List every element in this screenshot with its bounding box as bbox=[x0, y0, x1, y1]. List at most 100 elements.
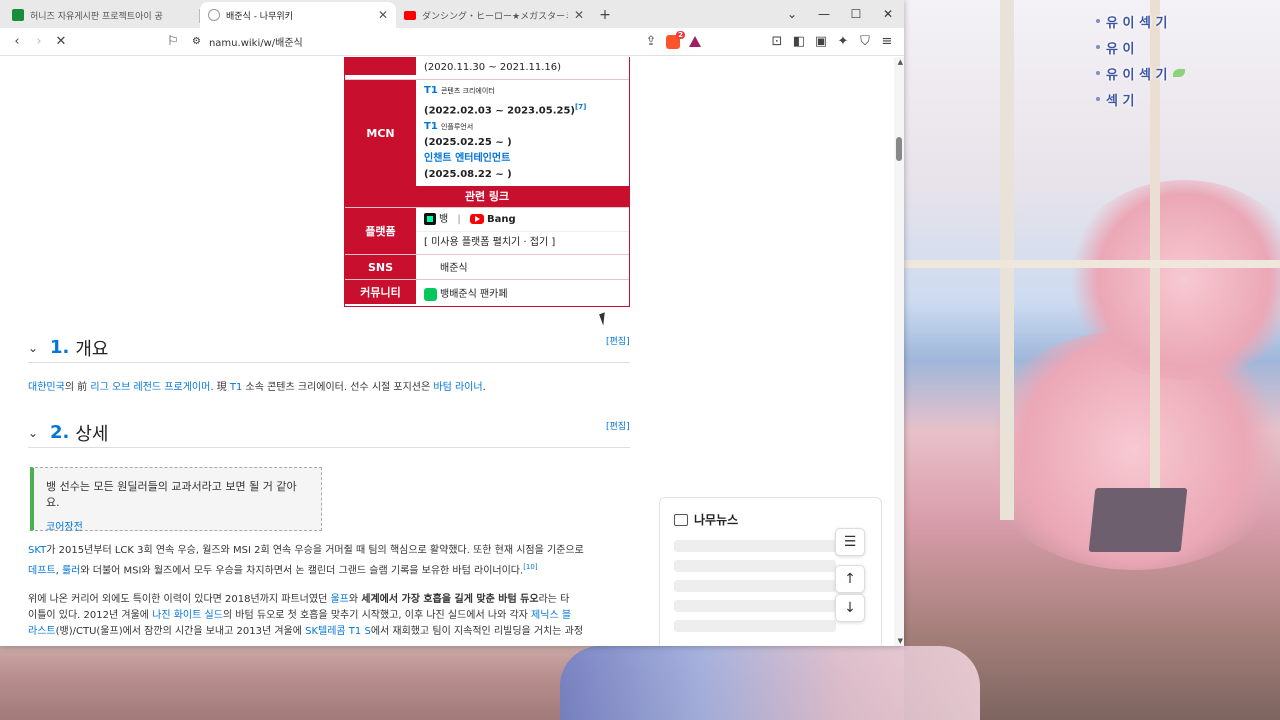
role-text: 인플루언서 bbox=[440, 123, 474, 132]
close-window-button[interactable]: ✕ bbox=[872, 0, 904, 28]
chat-overlay: 유 이 섹 기 유 이 유 이 섹 기 섹 기 bbox=[1096, 8, 1266, 112]
infobox-cell: 배준식 bbox=[416, 255, 629, 279]
chevron-down-icon[interactable]: ⌄ bbox=[28, 341, 50, 355]
brave-rewards-icon[interactable] bbox=[684, 31, 706, 53]
toolbar-right: ⊡ ◧ ▣ ✦ ⛉ ≡ bbox=[766, 31, 898, 53]
infobox-row-sns: SNS 배준식 bbox=[345, 254, 629, 280]
screenshot-icon[interactable]: ⊡ bbox=[766, 31, 788, 53]
text: 가 2015년부터 LCK 3회 연속 우승, 월즈와 MSI 2회 연속 우승… bbox=[46, 545, 584, 556]
character-decoration bbox=[560, 646, 980, 720]
edit-section-link[interactable]: [편집] bbox=[606, 419, 630, 432]
news-title: 나무뉴스 bbox=[674, 511, 738, 528]
vpn-icon[interactable]: ⛉ bbox=[854, 31, 876, 53]
quote-source-link[interactable]: 코어장전 bbox=[46, 518, 309, 533]
tab-title: 배준식 - 나무위키 bbox=[226, 11, 293, 22]
address-bar[interactable]: ⚙ namu.wiki/w/배준식 bbox=[184, 31, 640, 53]
news-placeholder bbox=[674, 600, 836, 612]
bullet-icon bbox=[1096, 19, 1100, 23]
table-of-contents-button[interactable]: ☰ bbox=[835, 528, 865, 556]
expand-platforms-toggle[interactable]: [ 미사용 플랫폼 펼치기 · 접기 ] bbox=[416, 232, 629, 254]
org-link-t1[interactable]: T1 bbox=[424, 121, 438, 132]
link-deft[interactable]: 데프트 bbox=[28, 565, 56, 576]
footnote-link[interactable]: [10] bbox=[523, 563, 537, 571]
site-info-icon[interactable]: ⚙ bbox=[192, 36, 201, 47]
news-placeholder bbox=[674, 540, 836, 552]
link-ruler[interactable]: 룰러 bbox=[62, 565, 80, 576]
minimize-button[interactable]: — bbox=[808, 0, 840, 28]
infobox-section-title: 관련 링크 bbox=[345, 186, 629, 208]
scroll-to-bottom-button[interactable]: ↓ bbox=[835, 594, 865, 622]
bullet-icon bbox=[1096, 97, 1100, 101]
page-scrollbar[interactable]: ▲ ▼ bbox=[894, 57, 904, 646]
tab-list-dropdown-icon[interactable]: ⌄ bbox=[776, 0, 808, 28]
overview-paragraph: 대한민국의 前 리그 오브 레전드 프로게이머. 現 T1 소속 콘텐츠 크리에… bbox=[28, 380, 628, 396]
role-text: 콘텐츠 크리에이터 bbox=[440, 87, 495, 95]
date-range: (2025.02.25 ~ ) bbox=[424, 137, 512, 149]
tab-title: 허니즈 자유게시판 프로젝트아이 공 bbox=[30, 11, 163, 22]
text: 이틀이 있다. 2012년 겨울에 bbox=[28, 610, 153, 621]
stop-loading-icon[interactable]: ✕ bbox=[50, 31, 72, 53]
infobox-row-previous: (2020.11.30 ~ 2021.11.16) bbox=[345, 57, 629, 79]
text: 와 bbox=[348, 594, 362, 605]
back-button[interactable]: ‹ bbox=[6, 31, 28, 53]
window-sill-decoration bbox=[904, 260, 1280, 268]
link-xenics-blast[interactable]: 제닉스 블 bbox=[531, 610, 571, 621]
chat-text: 유 이 섹 기 bbox=[1106, 15, 1168, 31]
link-xenics-blast[interactable]: 라스트 bbox=[28, 626, 56, 637]
sidebar-icon[interactable]: ◧ bbox=[788, 31, 810, 53]
tab-namuwiki[interactable]: 배준식 - 나무위키 ✕ bbox=[200, 2, 396, 28]
sns-link[interactable]: 배준식 bbox=[440, 263, 468, 274]
new-tab-button[interactable]: + bbox=[592, 2, 618, 28]
infobox-header-platform: 플랫폼 bbox=[345, 208, 416, 255]
youtube-link[interactable]: Bang bbox=[487, 214, 516, 225]
date-range: (2022.02.03 ~ 2023.05.25) bbox=[424, 105, 576, 117]
news-title-text: 나무뉴스 bbox=[694, 513, 739, 527]
section-title: 상세 bbox=[75, 423, 109, 445]
link-wolf[interactable]: 울프 bbox=[330, 594, 348, 605]
tab-youtube[interactable]: ダンシング・ヒーロー★メガスターミーDancing ✕ bbox=[396, 2, 592, 28]
link-skt-t1-s[interactable]: SK텔레콤 T1 S bbox=[305, 626, 371, 637]
bold-text: 세계에서 가장 호흡을 길게 맞춘 바텀 듀오 bbox=[361, 594, 539, 605]
close-tab-icon[interactable]: ✕ bbox=[574, 8, 584, 22]
infobox-header-community: 커뮤니티 bbox=[345, 280, 416, 305]
footnote-link[interactable]: [7] bbox=[575, 103, 586, 111]
link-najin-white-shield[interactable]: 나진 화이트 실드 bbox=[152, 610, 223, 621]
link-t1[interactable]: T1 bbox=[230, 382, 242, 393]
text: 의 前 bbox=[64, 382, 91, 393]
share-icon[interactable]: ⇪ bbox=[640, 31, 662, 53]
scroll-to-top-button[interactable]: ↑ bbox=[835, 565, 865, 593]
org-link-t1[interactable]: T1 bbox=[424, 85, 438, 96]
scroll-down-arrow-icon[interactable]: ▼ bbox=[898, 637, 903, 645]
forward-button[interactable]: › bbox=[28, 31, 50, 53]
chzzk-link[interactable]: 뱅 bbox=[439, 214, 448, 225]
edit-section-link[interactable]: [편집] bbox=[606, 334, 630, 347]
laptop-decoration bbox=[1088, 488, 1188, 552]
wallet-icon[interactable]: ▣ bbox=[810, 31, 832, 53]
link-korea[interactable]: 대한민국 bbox=[28, 382, 65, 393]
bookmark-icon[interactable]: ⚐ bbox=[162, 31, 184, 53]
news-placeholder bbox=[674, 560, 836, 572]
section-heading-overview[interactable]: ⌄ 1. 개요 bbox=[28, 333, 630, 363]
infobox-header-mcn: MCN bbox=[345, 80, 416, 187]
link-bot-laner[interactable]: 바텀 라이너 bbox=[433, 382, 482, 393]
chat-text: 섹 기 bbox=[1106, 93, 1135, 109]
menu-icon[interactable]: ≡ bbox=[876, 31, 898, 53]
leo-ai-icon[interactable]: ✦ bbox=[832, 31, 854, 53]
browser-toolbar: ‹ › ✕ ⚐ ⚙ namu.wiki/w/배준식 ⇪ 2 ⊡ ◧ ▣ ✦ ⛉ … bbox=[0, 28, 904, 56]
newspaper-icon bbox=[674, 513, 688, 526]
link-lol-progamer[interactable]: 리그 오브 레전드 프로게이머 bbox=[90, 382, 210, 393]
chevron-down-icon[interactable]: ⌄ bbox=[28, 426, 50, 440]
leaf-favicon-icon bbox=[12, 9, 24, 21]
org-link-enchant[interactable]: 인챈트 엔터테인먼트 bbox=[424, 153, 510, 164]
maximize-button[interactable]: ☐ bbox=[840, 0, 872, 28]
scroll-up-arrow-icon[interactable]: ▲ bbox=[898, 58, 903, 66]
section-number: 1. bbox=[50, 337, 70, 358]
close-tab-icon[interactable]: ✕ bbox=[378, 8, 388, 22]
brave-shields-icon[interactable]: 2 bbox=[662, 30, 685, 53]
fan-cafe-link[interactable]: 뱅배준식 팬카페 bbox=[440, 289, 508, 300]
section-heading-detail[interactable]: ⌄ 2. 상세 bbox=[28, 418, 630, 448]
link-skt[interactable]: SKT bbox=[28, 545, 46, 556]
scrollbar-thumb[interactable] bbox=[896, 137, 902, 161]
quote-block: 뱅 선수는 모든 원딜러들의 교과서라고 보면 될 거 같아요. 코어장전 bbox=[30, 467, 322, 533]
tab-honeyz[interactable]: 허니즈 자유게시판 프로젝트아이 공 bbox=[4, 2, 200, 28]
